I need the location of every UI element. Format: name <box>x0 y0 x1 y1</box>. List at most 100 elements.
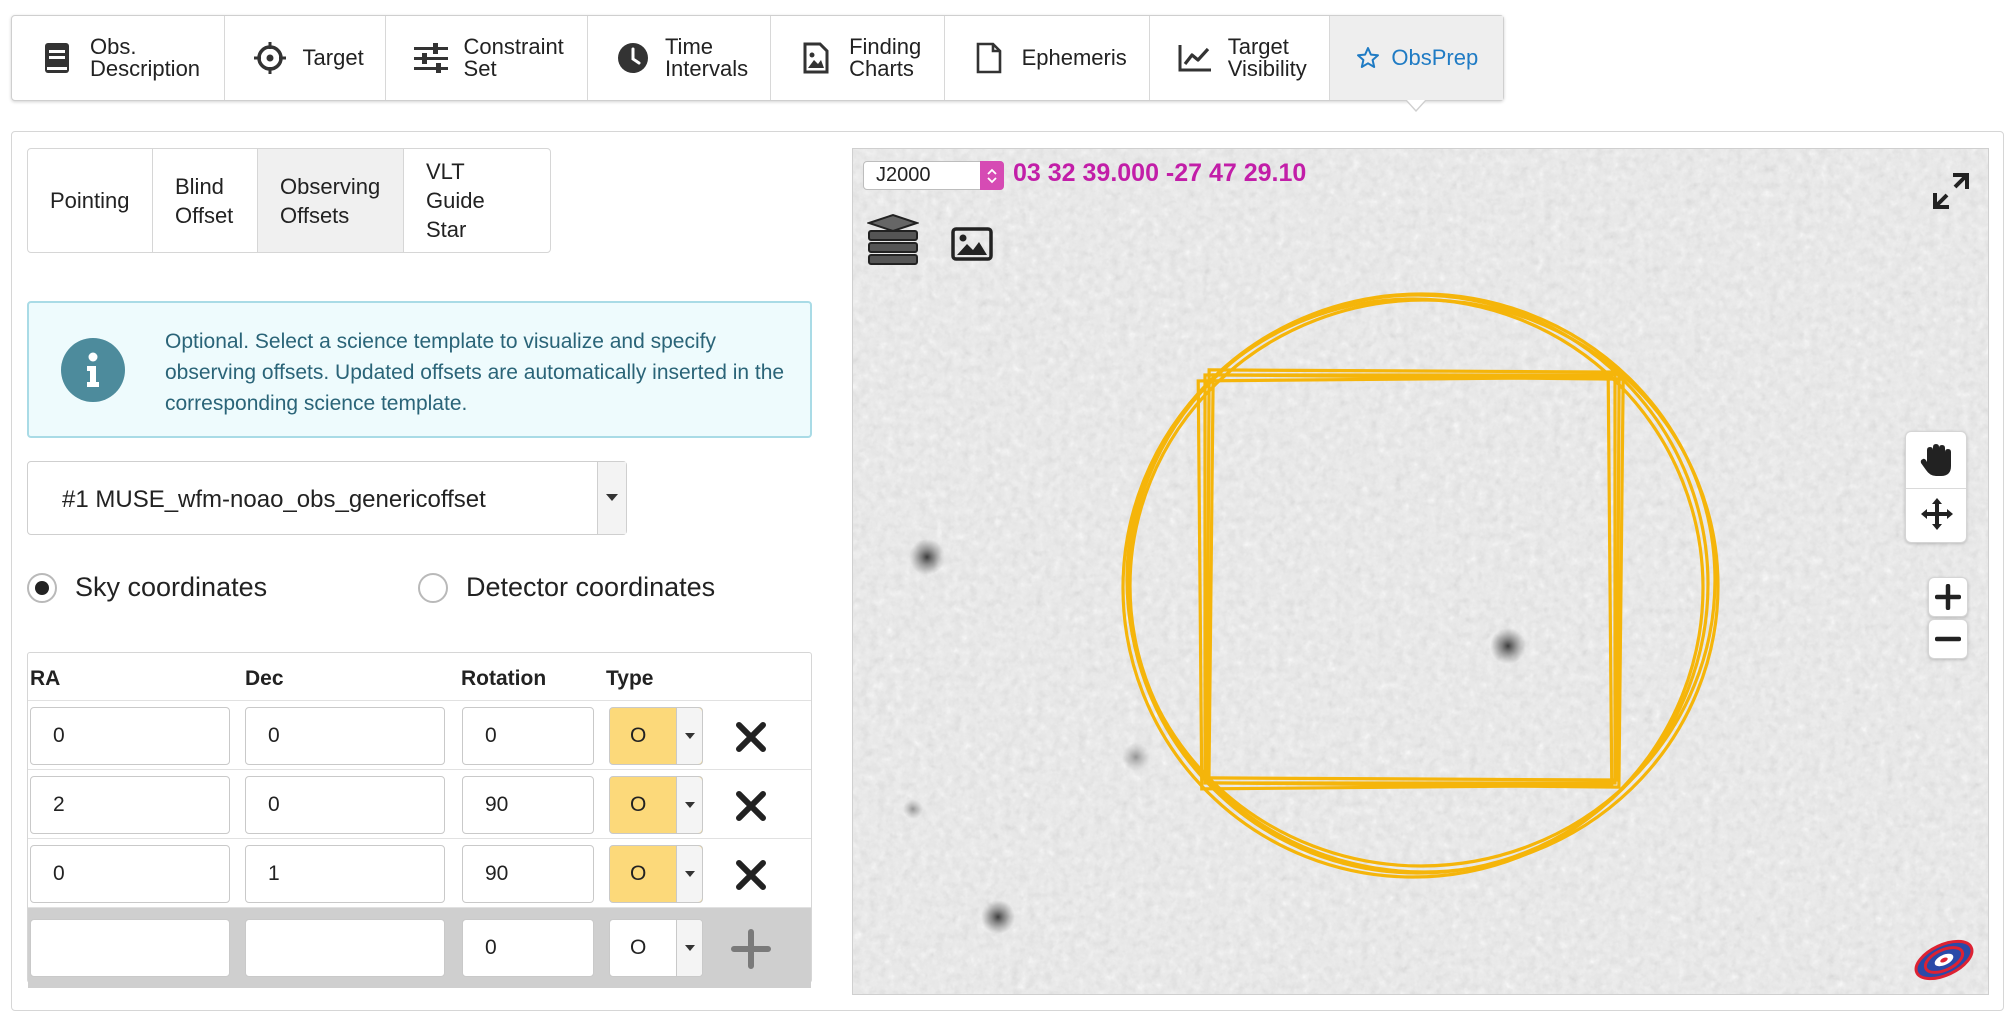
sliders-icon <box>413 41 448 75</box>
ra-input[interactable]: 0 <box>30 707 230 765</box>
dec-input[interactable]: 0 <box>245 707 445 765</box>
frame-value: J2000 <box>876 164 931 186</box>
image-file-icon <box>799 41 833 75</box>
clock-icon <box>616 41 649 75</box>
new-rotation-input[interactable]: 0 <box>462 919 594 977</box>
type-select[interactable]: O <box>609 845 703 903</box>
move-icon[interactable] <box>1920 496 1954 537</box>
subtab-blind-offset[interactable]: Blind Offset <box>153 149 258 252</box>
expand-icon[interactable] <box>1931 171 1971 211</box>
star <box>981 900 1015 934</box>
star <box>1122 743 1150 771</box>
caret-down-icon <box>676 708 702 764</box>
book-icon <box>40 41 74 75</box>
alert-text: Optional. Select a science template to v… <box>165 330 785 415</box>
obsprep-panel: Pointing Blind Offset Observing Offsets … <box>11 131 2004 1011</box>
offsets-table: RA Dec Rotation Type 0 0 0 O 2 0 90 O 0 … <box>27 652 812 988</box>
detector-coordinates-option[interactable]: Detector coordinates <box>418 572 715 603</box>
close-icon <box>736 860 766 890</box>
offset-row: 0 0 0 O <box>28 700 811 769</box>
template-select-value: #1 MUSE_wfm-noao_obs_genericoffset <box>62 486 486 513</box>
tab-label: Constraint Set <box>463 34 564 81</box>
tab-obs-description[interactable]: Obs. Description <box>12 16 225 100</box>
star <box>1490 628 1526 664</box>
offset-row: 0 1 90 O <box>28 838 811 907</box>
remove-row-button[interactable] <box>731 855 771 895</box>
star <box>903 799 923 819</box>
spinner-icon[interactable] <box>980 161 1004 190</box>
ra-input[interactable]: 2 <box>30 776 230 834</box>
tab-finding-charts[interactable]: Finding Charts <box>771 16 945 100</box>
remove-row-button[interactable] <box>731 717 771 757</box>
cursor-coordinates: 03 32 39.000 -27 47 29.10 <box>1013 159 1307 187</box>
ra-input[interactable]: 0 <box>30 845 230 903</box>
dec-input[interactable]: 0 <box>245 776 445 834</box>
image-icon[interactable] <box>951 227 993 261</box>
tab-label: Ephemeris <box>1021 45 1127 70</box>
navigation-tools <box>1905 431 1967 543</box>
active-tab-caret <box>1406 100 1426 112</box>
template-select[interactable]: #1 MUSE_wfm-noao_obs_genericoffset <box>27 461 627 535</box>
type-value: O <box>630 793 647 816</box>
zoom-in-button[interactable] <box>1928 577 1968 617</box>
remove-row-button[interactable] <box>731 786 771 826</box>
sky-coordinates-option[interactable]: Sky coordinates <box>27 572 267 603</box>
hand-icon[interactable] <box>1920 442 1954 483</box>
subtab-pointing[interactable]: Pointing <box>28 149 153 252</box>
tab-target[interactable]: Target <box>225 16 386 100</box>
layers-icon[interactable] <box>865 213 921 271</box>
type-select[interactable]: O <box>609 707 703 765</box>
tab-target-visibility[interactable]: Target Visibility <box>1150 16 1331 100</box>
tab-constraint-set[interactable]: Constraint Set <box>386 16 589 100</box>
type-value: O <box>630 724 647 747</box>
sky-viewer[interactable]: J2000 03 32 39.000 -27 47 29.10 <box>852 148 1989 995</box>
info-alert: Optional. Select a science template to v… <box>27 301 812 438</box>
add-row-button[interactable] <box>731 929 771 969</box>
rotation-input[interactable]: 90 <box>462 845 594 903</box>
new-type-select[interactable]: O <box>609 919 703 977</box>
info-icon <box>61 338 125 402</box>
type-select[interactable]: O <box>609 776 703 834</box>
galaxy-logo-icon <box>1911 933 1977 987</box>
plus-icon <box>1935 584 1961 610</box>
coordinate-frame-select[interactable]: J2000 <box>863 161 1004 190</box>
tab-label: Finding Charts <box>849 34 922 81</box>
caret-down-icon <box>676 846 702 902</box>
tab-label: Target Visibility <box>1227 34 1307 81</box>
caret-down-icon <box>676 777 702 833</box>
tab-label: ObsPrep <box>1391 45 1479 70</box>
caret-down-icon <box>676 920 702 976</box>
header-rotation: Rotation <box>461 667 547 690</box>
star <box>909 539 945 575</box>
subtab-observing-offsets[interactable]: Observing Offsets <box>258 149 404 252</box>
caret-down-icon[interactable] <box>597 462 626 534</box>
new-dec-input[interactable] <box>245 919 445 977</box>
header-dec: Dec <box>245 667 284 690</box>
header-type: Type <box>606 667 654 690</box>
close-icon <box>736 791 766 821</box>
tab-time-intervals[interactable]: Time Intervals <box>588 16 772 100</box>
new-offset-row: 0 O <box>28 907 811 988</box>
zoom-out-button[interactable] <box>1928 619 1968 659</box>
rotation-input[interactable]: 0 <box>462 707 594 765</box>
tab-label: Target <box>302 45 364 70</box>
tab-obsprep[interactable]: ObsPrep <box>1330 16 1503 100</box>
new-ra-input[interactable] <box>30 919 230 977</box>
top-tab-bar: Obs. Description Target Constraint Set T… <box>11 15 1504 101</box>
crosshair-icon <box>253 41 287 75</box>
tab-ephemeris[interactable]: Ephemeris <box>945 16 1150 100</box>
line-chart-icon <box>1178 41 1212 75</box>
sky-coordinates-radio[interactable] <box>27 572 57 603</box>
rotation-input[interactable]: 90 <box>462 776 594 834</box>
offset-subtabs: Pointing Blind Offset Observing Offsets … <box>27 148 551 253</box>
dec-input[interactable]: 1 <box>245 845 445 903</box>
subtab-vlt-guide-star[interactable]: VLT Guide Star <box>404 149 550 252</box>
detector-coordinates-label: Detector coordinates <box>466 572 716 602</box>
sky-image <box>853 149 1988 994</box>
type-value: O <box>630 862 647 885</box>
tab-label: Obs. Description <box>90 34 201 81</box>
file-icon <box>973 41 1006 75</box>
sky-coordinates-label: Sky coordinates <box>75 572 268 602</box>
detector-coordinates-radio[interactable] <box>418 572 448 603</box>
minus-icon <box>1935 636 1961 642</box>
